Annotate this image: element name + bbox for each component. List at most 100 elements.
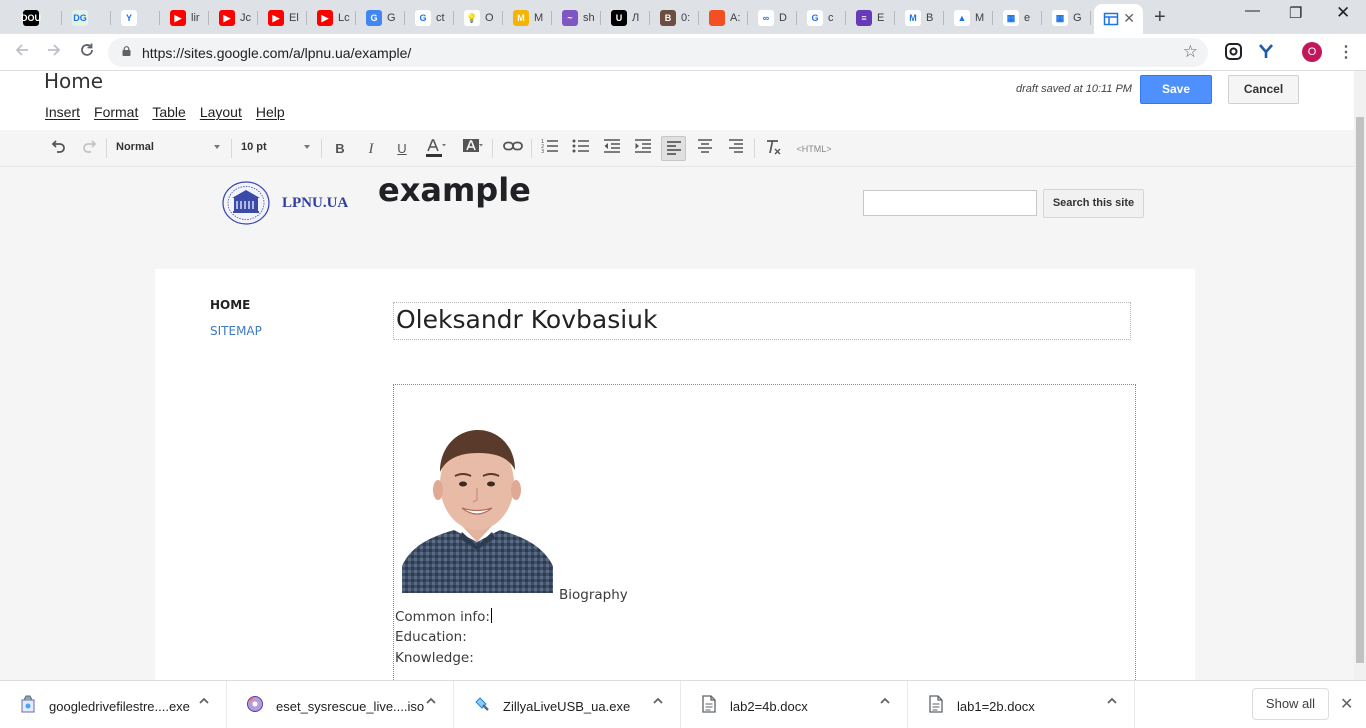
browser-tab[interactable]: Gc <box>798 4 846 32</box>
browser-tab[interactable]: A: <box>700 4 748 32</box>
lpnu-seal-logo[interactable] <box>222 181 270 225</box>
paragraph-style-select[interactable]: Normal <box>116 141 224 153</box>
bulleted-list-button[interactable] <box>572 138 590 160</box>
page-body-editor[interactable]: Biography Common info: Education: Knowle… <box>393 384 1136 684</box>
close-tab-icon[interactable]: ✕ <box>1123 10 1135 27</box>
chevron-up-icon[interactable] <box>1106 695 1118 710</box>
page-heading-field[interactable]: Oleksandr Kovbasiuk <box>393 302 1131 340</box>
save-button[interactable]: Save <box>1140 75 1212 104</box>
browser-tab[interactable]: ▦ G <box>1043 4 1091 32</box>
browser-tab[interactable]: DOU <box>14 4 62 32</box>
site-name[interactable]: example <box>378 171 531 209</box>
back-arrow-icon <box>15 44 28 56</box>
font-size-select[interactable]: 10 pt <box>241 141 313 153</box>
highlight-color-button[interactable] <box>462 138 484 160</box>
new-tab-button[interactable]: + <box>1154 6 1166 29</box>
browser-tab[interactable]: 💡 O <box>455 4 503 32</box>
browser-tab[interactable]: ~ sh <box>553 4 601 32</box>
menu-layout[interactable]: Layout <box>200 104 242 120</box>
increase-indent-button[interactable] <box>634 138 652 160</box>
bold-button[interactable]: B <box>332 138 348 160</box>
menu-format[interactable]: Format <box>94 104 138 120</box>
profile-avatar[interactable]: O <box>1302 42 1322 62</box>
browser-tab[interactable]: MB <box>896 4 944 32</box>
minimize-button[interactable]: — <box>1245 2 1260 19</box>
browser-tab[interactable]: ▲ M <box>945 4 993 32</box>
extension-icon[interactable] <box>1225 43 1242 60</box>
chevron-up-icon[interactable] <box>425 695 437 710</box>
menu-help[interactable]: Help <box>256 104 285 120</box>
underline-button[interactable]: U <box>394 138 410 160</box>
browser-tab[interactable]: ≡ E <box>847 4 895 32</box>
back-button[interactable] <box>12 42 32 63</box>
menu-insert[interactable]: Insert <box>45 104 80 120</box>
maximize-button[interactable]: ❐ <box>1289 4 1302 22</box>
download-item[interactable]: lab1=2b.docx <box>908 681 1135 728</box>
cancel-button[interactable]: Cancel <box>1228 75 1299 104</box>
page-scrollbar[interactable] <box>1354 71 1366 680</box>
menu-table[interactable]: Table <box>152 104 185 120</box>
browser-tab[interactable]: ▦ e <box>994 4 1042 32</box>
bookmark-star-icon[interactable]: ☆ <box>1183 42 1198 62</box>
text-color-button[interactable] <box>425 138 447 160</box>
redo-button[interactable] <box>80 138 100 160</box>
chevron-up-icon[interactable] <box>198 695 210 710</box>
browser-tab[interactable]: GG <box>357 4 405 32</box>
sites-icon <box>1103 11 1119 27</box>
browser-tab[interactable]: ▶ Jc <box>210 4 258 32</box>
browser-tab[interactable]: ∞ D <box>749 4 797 32</box>
site-search-input[interactable] <box>863 190 1037 216</box>
drive-icon: ▲ <box>954 10 970 26</box>
link-icon <box>503 141 523 151</box>
download-item[interactable]: googledrivefilestre....exe <box>0 681 227 728</box>
tab-separator <box>404 11 405 25</box>
show-all-downloads-button[interactable]: Show all <box>1252 688 1329 720</box>
browser-tab[interactable]: ▶ Lc <box>308 4 356 32</box>
close-shelf-icon[interactable]: ✕ <box>1340 694 1353 714</box>
tab-separator <box>943 11 944 25</box>
browser-tab[interactable]: UЛ <box>602 4 650 32</box>
reload-icon <box>81 43 93 56</box>
italic-button[interactable]: I <box>363 138 379 160</box>
chevron-up-icon[interactable] <box>652 695 664 710</box>
reload-button[interactable] <box>77 42 97 63</box>
download-item[interactable]: eset_sysrescue_live....iso <box>227 681 454 728</box>
tab-title: e <box>1024 12 1031 24</box>
tab-separator <box>698 11 699 25</box>
tab-separator <box>159 11 160 25</box>
align-right-button[interactable] <box>728 138 744 160</box>
chevron-up-icon[interactable] <box>879 695 891 710</box>
browser-tab[interactable]: MM <box>504 4 552 32</box>
close-window-button[interactable]: ✕ <box>1336 3 1350 23</box>
active-tab[interactable]: ✕ <box>1094 4 1143 34</box>
download-item[interactable]: ZillyaLiveUSB_ua.exe <box>454 681 681 728</box>
browser-tab[interactable]: Y <box>112 4 160 32</box>
decrease-indent-button[interactable] <box>603 138 621 160</box>
browser-menu-icon[interactable]: ⋮ <box>1338 42 1354 62</box>
align-center-button[interactable] <box>697 138 713 160</box>
browser-tab[interactable]: Gct <box>406 4 454 32</box>
browser-tab[interactable]: ▶ El <box>259 4 307 32</box>
address-bar[interactable]: https://sites.google.com/a/lpnu.ua/examp… <box>108 38 1208 67</box>
sidebar-item-home[interactable]: HOME <box>210 298 250 312</box>
html-source-button[interactable]: <HTML> <box>796 138 832 160</box>
tab-title: Lc <box>338 12 350 24</box>
scrollbar-thumb[interactable] <box>1356 117 1364 663</box>
link-icon: ∞ <box>758 10 774 26</box>
numbered-list-button[interactable]: 123 <box>541 138 559 160</box>
profile-photo[interactable] <box>402 414 553 593</box>
download-item[interactable]: lab2=4b.docx <box>681 681 908 728</box>
sidebar-item-sitemap[interactable]: SITEMAP <box>210 324 262 338</box>
align-left-button[interactable] <box>661 136 686 161</box>
browser-tab[interactable]: B 0: <box>651 4 699 32</box>
browser-tab[interactable]: DG <box>63 4 111 32</box>
search-site-button[interactable]: Search this site <box>1043 189 1144 218</box>
browser-tab[interactable]: ▶ lir <box>161 4 209 32</box>
u-icon: U <box>611 10 627 26</box>
clear-formatting-button[interactable] <box>765 138 783 160</box>
y-extension-icon[interactable] <box>1258 43 1274 59</box>
insert-link-button[interactable] <box>503 138 523 160</box>
undo-button[interactable] <box>48 138 68 160</box>
site-logo-text[interactable]: LPNU.UA <box>282 195 348 212</box>
forward-button[interactable] <box>44 42 64 63</box>
